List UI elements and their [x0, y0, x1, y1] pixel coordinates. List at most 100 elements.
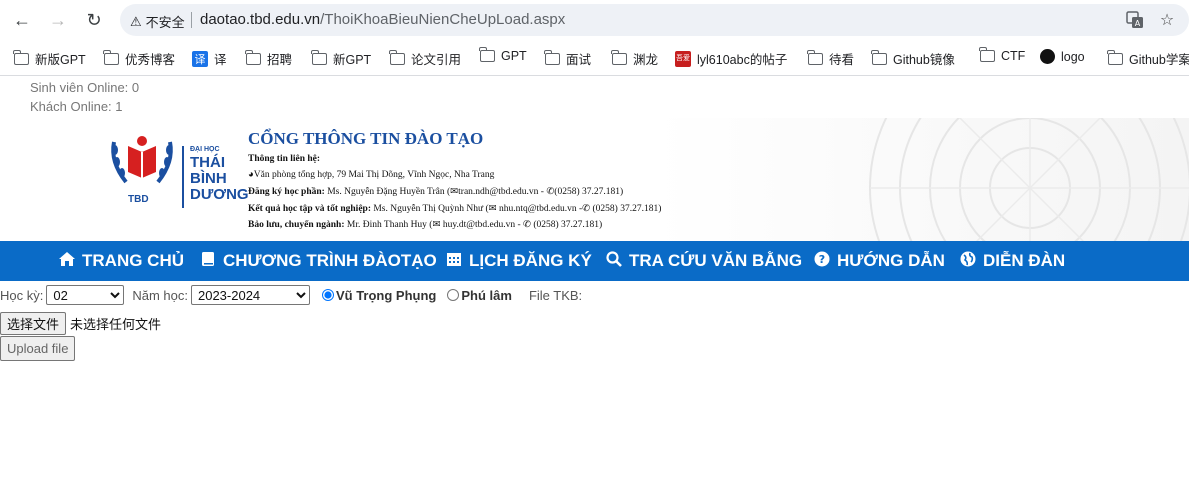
choose-file-button[interactable]: 选择文件	[0, 312, 67, 335]
logo-abbr: TBD	[128, 194, 149, 205]
contact-phone: (0258) 37.27.181)	[554, 187, 624, 197]
semester-label: Học kỳ:	[0, 287, 44, 303]
bookmark-label: 优秀博客	[125, 53, 176, 67]
bookmark-label: logo	[1061, 49, 1085, 64]
folder-icon	[979, 47, 995, 62]
nav-guide[interactable]: ? HƯỚNG DẪN	[813, 241, 945, 281]
contact-email[interactable]: nhu.ntq@tbd.edu.vn -	[497, 204, 582, 214]
folder-icon	[479, 47, 495, 62]
nav-label: DIỄN ĐÀN	[983, 251, 1066, 270]
url-text[interactable]: daotao.tbd.edu.vn/ThoiKhoaBieuNienCheUpL…	[200, 11, 565, 28]
upload-file-button[interactable]: Upload file	[0, 336, 76, 361]
nav-diploma-lookup[interactable]: TRA CỨU VĂN BẰNG	[605, 241, 802, 281]
folder-icon	[389, 49, 405, 65]
file-tkb-label: File TKB:	[528, 287, 583, 303]
bookmark-item[interactable]: 面试	[544, 49, 591, 68]
university-logo[interactable]: TBD ĐẠI HỌC THÁI BÌNH DƯƠNG	[106, 132, 249, 212]
upload-form-options: Học kỳ: 02 Năm học: 2023-2024 Vũ Trọng P…	[0, 283, 582, 307]
folder-icon	[611, 49, 627, 65]
bookmark-item[interactable]: 论文引用	[389, 49, 462, 68]
bookmark-label: 招聘	[267, 53, 293, 67]
folder-icon	[13, 49, 29, 65]
bookmark-item[interactable]: 译译	[192, 49, 227, 68]
calendar-icon	[445, 251, 463, 272]
campus-radio-1[interactable]	[321, 289, 334, 301]
bookmark-star-icon[interactable]: ☆	[1157, 10, 1177, 30]
drum-watermark	[869, 118, 1189, 241]
year-label: Năm học:	[132, 287, 188, 303]
bookmark-label: Github学案	[1129, 53, 1189, 67]
logo-line: DƯƠNG	[190, 186, 249, 203]
nav-home[interactable]: TRANG CHỦ	[58, 241, 184, 281]
bookmark-item[interactable]: 待看	[807, 49, 855, 68]
bookmark-label: 渊龙	[633, 53, 659, 67]
address-bar[interactable]: ⚠ 不安全 daotao.tbd.edu.vn/ThoiKhoaBieuNien…	[120, 4, 1189, 36]
contact-label: Bảo lưu, chuyển ngành:	[248, 220, 345, 230]
translate-icon: 译	[192, 50, 208, 67]
bookmark-item[interactable]: logo	[1040, 49, 1085, 64]
reload-icon[interactable]: ↻	[82, 8, 106, 32]
bookmark-item[interactable]: 渊龙	[611, 49, 659, 68]
forward-icon[interactable]: →	[46, 8, 70, 32]
bookmark-item[interactable]: 吾爱 lyl610abc的帖子	[675, 49, 787, 68]
campus-label: Vũ Trọng Phụng	[335, 287, 437, 303]
nav-label: LỊCH ĐĂNG KÝ	[469, 251, 592, 270]
site-icon: 吾爱	[675, 50, 691, 67]
header-banner: TBD ĐẠI HỌC THÁI BÌNH DƯƠNG CỔNG THÔNG T…	[0, 118, 1189, 241]
search-icon	[605, 250, 623, 272]
campus-radio-2[interactable]	[447, 289, 460, 301]
nav-programs[interactable]: CHƯƠNG TRÌNH ĐÀOTẠO	[199, 241, 437, 281]
bookmark-item[interactable]: 招聘	[245, 49, 293, 68]
students-online: Sinh viên Online: 0	[30, 80, 140, 95]
bookmark-item[interactable]: Github镜像	[871, 49, 955, 68]
portal-title: CỔNG THÔNG TIN ĐÀO TẠO	[248, 129, 484, 148]
folder-icon	[871, 49, 887, 65]
bookmark-item[interactable]: 新GPT	[311, 49, 372, 68]
bookmark-label: 新GPT	[333, 53, 372, 67]
browser-toolbar: ← → ↻ ⚠ 不安全 daotao.tbd.edu.vn/ThoiKhoaBi…	[0, 0, 1189, 40]
contact-phone: (0258) 37.27.181)	[530, 220, 603, 230]
nav-label: CHƯƠNG TRÌNH ĐÀOTẠO	[223, 251, 437, 270]
no-file-text: 未选择任何文件	[70, 317, 162, 332]
registration-contact: Đăng ký học phần: Ms. Nguyễn Đặng Huyền …	[248, 186, 623, 197]
main-nav: TRANG CHỦ CHƯƠNG TRÌNH ĐÀOTẠO LỊCH ĐĂNG …	[0, 241, 1189, 281]
contact-person: Mr. Đinh Thanh Huy (	[344, 220, 433, 230]
contact-heading-text: Thông tin liên hệ:	[248, 154, 321, 164]
nav-label: TRA CỨU VĂN BẰNG	[629, 251, 803, 270]
nav-forum[interactable]: DIỄN ĐÀN	[959, 241, 1065, 281]
folder-icon	[103, 49, 119, 65]
svg-text:?: ?	[819, 253, 825, 266]
security-indicator[interactable]: ⚠ 不安全	[130, 12, 185, 31]
envelope-icon: ✉	[450, 187, 459, 197]
nav-registration-schedule[interactable]: LỊCH ĐĂNG KÝ	[445, 241, 592, 281]
bookmark-item[interactable]: 新版GPT	[13, 49, 86, 68]
address-line: ◕Văn phòng tổng hợp, 79 Mai Thị Dõng, Vĩ…	[248, 170, 494, 180]
contact-person: Ms. Nguyễn Thị Quỳnh Như (	[370, 204, 489, 214]
campus-phu-lam[interactable]: Phú lâm	[447, 288, 512, 303]
address-text: Văn phòng tổng hợp, 79 Mai Thị Dõng, Vĩn…	[253, 170, 495, 180]
bookmark-item[interactable]: 优秀博客	[103, 49, 176, 68]
campus-vu-trong-phung[interactable]: Vũ Trọng Phụng	[321, 287, 437, 303]
bookmark-item[interactable]: GPT	[479, 47, 527, 63]
envelope-icon: ✉	[488, 204, 497, 214]
folder-icon	[807, 49, 823, 65]
bookmark-label: GPT	[501, 49, 527, 63]
folder-icon	[544, 49, 560, 65]
upload-wrapper: Upload file	[0, 336, 76, 361]
bookmark-item[interactable]: CTF	[979, 47, 1025, 63]
book-icon	[199, 251, 217, 272]
year-select[interactable]: 2023-2024	[190, 285, 310, 305]
bookmarks-bar: 新版GPT 优秀博客 译译 招聘 新GPT 论文引用 GPT 面试 渊龙 吾爱 l…	[0, 40, 1189, 76]
contact-label: Kết quả học tập và tốt nghiệp:	[248, 204, 371, 214]
bookmark-item[interactable]: Github学案	[1107, 49, 1189, 68]
translate-page-icon[interactable]: A	[1125, 10, 1145, 30]
logo-wordmark: ĐẠI HỌC THÁI BÌNH DƯƠNG	[190, 146, 249, 203]
contact-email[interactable]: tran.ndh@tbd.edu.vn -	[458, 187, 546, 197]
back-icon[interactable]: ←	[10, 8, 34, 32]
folder-icon	[245, 49, 261, 65]
semester-select[interactable]: 02	[46, 285, 125, 305]
folder-icon	[1107, 49, 1123, 65]
bookmark-label: 论文引用	[411, 53, 462, 67]
contact-email[interactable]: huy.dt@tbd.edu.vn -	[440, 220, 523, 230]
bookmark-label: 待看	[829, 53, 855, 67]
